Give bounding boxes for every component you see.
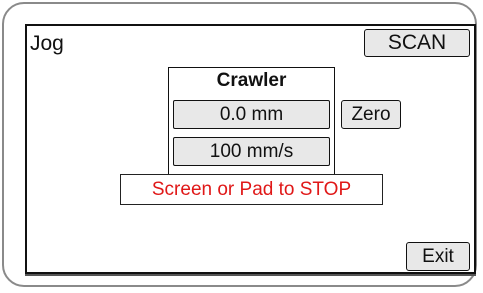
page-title: Jog: [30, 32, 64, 55]
screen-shadow: [25, 274, 476, 276]
speed-field[interactable]: 100 mm/s: [173, 137, 330, 166]
crawler-panel-title: Crawler: [216, 70, 287, 91]
scan-button[interactable]: SCAN: [364, 29, 470, 57]
exit-button[interactable]: Exit: [406, 242, 470, 271]
stop-banner[interactable]: Screen or Pad to STOP: [120, 174, 383, 205]
zero-button[interactable]: Zero: [341, 100, 401, 129]
position-field[interactable]: 0.0 mm: [173, 100, 330, 129]
